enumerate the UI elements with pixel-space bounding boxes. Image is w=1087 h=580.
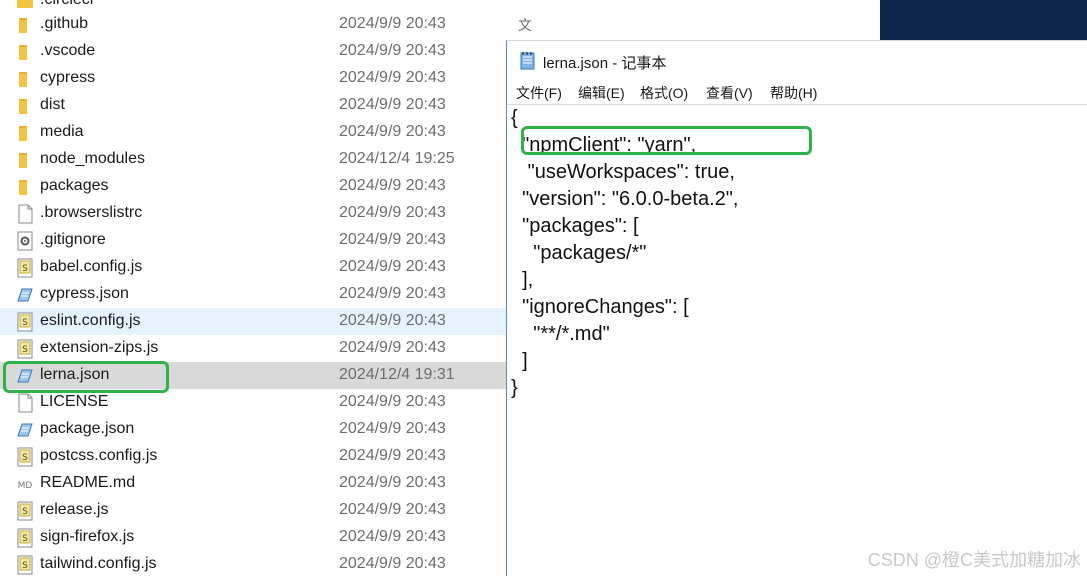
desktop-background [880, 0, 1087, 40]
folder-icon [16, 96, 34, 116]
folder-icon [16, 0, 34, 11]
file-name: LICENSE [40, 393, 109, 410]
file-modified-date: 2024/9/9 20:43 [339, 69, 446, 86]
menu-edit[interactable]: 编辑(E) [578, 83, 625, 103]
text-line: "packages/*" [511, 242, 647, 264]
file-modified-date: 2024/9/9 20:43 [339, 420, 446, 437]
file-name: babel.config.js [40, 258, 143, 275]
file-modified-date: 2024/9/9 20:43 [339, 312, 446, 329]
json-file-icon [16, 420, 34, 440]
menu-file[interactable]: 文件(F) [516, 83, 562, 103]
file-name: node_modules [40, 150, 145, 167]
file-modified-date: 2024/9/9 20:43 [339, 447, 446, 464]
notepad-window[interactable]: lerna.json - 记事本 文件(F) 编辑(E) 格式(O) 查看(V)… [506, 40, 1087, 576]
file-modified-date: 2024/9/9 20:43 [339, 474, 446, 491]
text-line: "version": "6.0.0-beta.2", [511, 188, 739, 210]
file-name: .vscode [40, 42, 96, 59]
file-modified-date: 2024/9/9 20:43 [339, 96, 446, 113]
menu-format[interactable]: 格式(O) [640, 83, 688, 103]
list-item[interactable]: .github 2024/9/9 20:43 文 [0, 11, 880, 38]
file-name: tailwind.config.js [40, 555, 157, 572]
js-file-icon: S [16, 528, 34, 548]
svg-text:S: S [22, 534, 28, 544]
file-name: dist [40, 96, 65, 113]
markdown-file-icon: MD [16, 474, 34, 494]
file-name: cypress.json [40, 285, 129, 302]
file-modified-date: 2024/9/9 20:43 [339, 123, 446, 140]
js-file-icon: S [16, 339, 34, 359]
file-name: media [40, 123, 84, 140]
folder-icon [16, 69, 34, 89]
file-modified-date: 2024/9/9 20:43 [339, 339, 446, 356]
title-bar[interactable]: lerna.json - 记事本 [507, 41, 1087, 79]
file-modified-date: 2024/9/9 20:43 [339, 15, 446, 32]
file-modified-date: 2024/12/4 19:25 [339, 150, 455, 167]
svg-text:MD: MD [18, 481, 33, 491]
svg-text:S: S [22, 345, 28, 355]
text-line: "ignoreChanges": [ [511, 296, 689, 318]
svg-text:S: S [22, 453, 28, 463]
highlight-npmclient [521, 126, 812, 155]
file-name: .circleci [40, 0, 93, 9]
file-name: extension-zips.js [40, 339, 159, 356]
folder-icon [16, 123, 34, 143]
file-name: eslint.config.js [40, 312, 141, 329]
svg-text:S: S [22, 507, 28, 517]
notepad-icon [519, 51, 537, 71]
watermark: CSDN @橙C美式加糖加冰 [867, 550, 1081, 570]
svg-text:S: S [22, 264, 28, 274]
file-type: 文 [518, 17, 532, 33]
file-modified-date: 2024/9/9 20:43 [339, 285, 446, 302]
js-file-icon: S [16, 555, 34, 575]
file-modified-date: 2024/9/9 20:43 [339, 258, 446, 275]
file-name: README.md [40, 474, 136, 491]
file-modified-date: 2024/12/4 19:31 [339, 366, 455, 383]
folder-icon [16, 150, 34, 170]
folder-icon [16, 15, 34, 35]
text-line: "**/*.md" [511, 323, 610, 345]
highlight-lerna-json [3, 361, 169, 393]
folder-icon [16, 42, 34, 62]
menu-help[interactable]: 帮助(H) [770, 83, 817, 103]
file-name: release.js [40, 501, 109, 518]
json-file-icon [16, 285, 34, 305]
js-file-icon: S [16, 501, 34, 521]
js-file-icon: S [16, 447, 34, 467]
text-line: } [511, 377, 518, 399]
file-name: cypress [40, 69, 96, 86]
text-line: { [511, 107, 518, 129]
file-icon [16, 393, 34, 413]
svg-text:S: S [22, 561, 28, 571]
file-modified-date: 2024/9/9 20:43 [339, 177, 446, 194]
window-title: lerna.json - 记事本 [543, 55, 667, 72]
file-modified-date: 2024/9/9 20:43 [339, 501, 446, 518]
js-file-icon: S [16, 258, 34, 278]
js-file-icon: S [16, 312, 34, 332]
svg-text:S: S [22, 318, 28, 328]
file-name: packages [40, 177, 109, 194]
file-name: postcss.config.js [40, 447, 158, 464]
folder-icon [16, 177, 34, 197]
file-modified-date: 2024/9/9 20:43 [339, 42, 446, 59]
text-editor[interactable]: { "npmClient": "yarn", "useWorkspaces": … [507, 104, 1087, 577]
file-modified-date: 2024/9/9 20:43 [339, 393, 446, 410]
file-modified-date: 2024/9/9 20:43 [339, 528, 446, 545]
file-name: .gitignore [40, 231, 106, 248]
settings-file-icon [16, 231, 34, 251]
file-modified-date: 2024/9/9 20:43 [339, 204, 446, 221]
file-name: .browserslistrc [40, 204, 143, 221]
file-name: .github [40, 15, 89, 32]
file-modified-date: 2024/9/9 20:43 [339, 231, 446, 248]
menu-bar: 文件(F) 编辑(E) 格式(O) 查看(V) 帮助(H) [507, 81, 1087, 103]
text-line: ], [511, 269, 534, 291]
menu-view[interactable]: 查看(V) [706, 83, 753, 103]
text-line: "useWorkspaces": true, [511, 161, 735, 183]
text-line: "packages": [ [511, 215, 639, 237]
file-name: package.json [40, 420, 135, 437]
file-name: sign-firefox.js [40, 528, 135, 545]
file-modified-date: 2024/9/9 20:43 [339, 555, 446, 572]
file-icon [16, 204, 34, 224]
text-line: ] [511, 350, 528, 372]
